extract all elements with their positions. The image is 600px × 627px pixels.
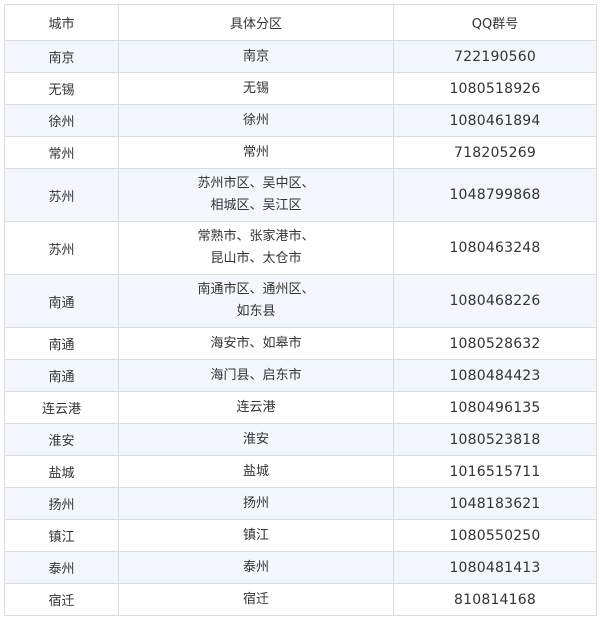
cell-district: 苏州市区、吴中区、 相城区、吴江区 [118,168,394,222]
cell-city: 淮安 [4,423,119,456]
district-line: 徐州 [242,112,269,128]
header-row: 城市 具体分区 QQ群号 [4,4,597,41]
table-row: 徐州 徐州 1080461894 [4,104,597,137]
cell-city: 常州 [4,136,119,169]
district-line: 苏州市区、吴中区、 [197,176,315,191]
table-row: 南通 海安市、如皋市 1080528632 [4,327,597,360]
cell-city: 南通 [4,359,119,392]
cell-city: 盐城 [4,455,119,488]
cell-district: 无锡 [118,72,394,105]
table-row: 连云港 连云港 1080496135 [4,391,597,424]
cell-district: 南京 [118,40,394,73]
cell-qq-group: 1080481413 [393,551,597,584]
district-line: 连云港 [236,399,276,415]
table-row: 镇江 镇江 1080550250 [4,519,597,552]
cell-qq-group: 718205269 [393,136,597,169]
cell-qq-group: 1048183621 [393,487,597,520]
district-line: 宿迁 [242,591,269,607]
cell-city: 无锡 [4,72,119,105]
cell-district: 常熟市、张家港市、 昆山市、太仓市 [118,221,394,275]
header-city: 城市 [4,4,119,41]
cell-city: 南通 [4,274,119,328]
header-qq-group: QQ群号 [393,4,597,41]
cell-city: 泰州 [4,551,119,584]
cell-qq-group: 1080496135 [393,391,597,424]
district-line: 南通市区、通州区、 [197,282,315,297]
cell-qq-group: 1080484423 [393,359,597,392]
district-line: 淮安 [242,431,269,447]
district-line: 泰州 [242,559,269,575]
qq-group-table-container: 城市 具体分区 QQ群号 南京 南京 722190560 无锡 无锡 1080518926… [4,4,597,616]
cell-qq-group: 1080523818 [393,423,597,456]
table-row: 苏州 苏州市区、吴中区、 相城区、吴江区 1048799868 [4,168,597,222]
cell-district: 海安市、如皋市 [118,327,394,360]
cell-qq-group: 722190560 [393,40,597,73]
cell-qq-group: 1080468226 [393,274,597,328]
table-row: 南通 海门县、启东市 1080484423 [4,359,597,392]
cell-qq-group: 1048799868 [393,168,597,222]
cell-qq-group: 1080550250 [393,519,597,552]
cell-district: 连云港 [118,391,394,424]
cell-qq-group: 1080518926 [393,72,597,105]
district-line: 南京 [242,48,269,64]
cell-qq-group: 1080463248 [393,221,597,275]
table-body: 南京 南京 722190560 无锡 无锡 1080518926 徐州 徐州 108046189… [4,40,597,616]
district-line: 如东县 [236,304,276,319]
cell-qq-group: 1080461894 [393,104,597,137]
table-row: 扬州 扬州 1048183621 [4,487,597,520]
header-district: 具体分区 [118,4,394,41]
cell-district: 徐州 [118,104,394,137]
cell-city: 徐州 [4,104,119,137]
district-line: 海门县、启东市 [210,367,302,383]
cell-city: 扬州 [4,487,119,520]
cell-district: 镇江 [118,519,394,552]
table-row: 南通 南通市区、通州区、 如东县 1080468226 [4,274,597,328]
cell-city: 苏州 [4,221,119,275]
district-line: 扬州 [242,495,269,511]
cell-qq-group: 810814168 [393,583,597,616]
qq-group-table: 城市 具体分区 QQ群号 南京 南京 722190560 无锡 无锡 1080518926… [4,4,597,616]
district-line: 相城区、吴江区 [210,198,302,213]
district-line: 无锡 [242,80,269,96]
table-row: 南京 南京 722190560 [4,40,597,73]
table-row: 淮安 淮安 1080523818 [4,423,597,456]
table-row: 无锡 无锡 1080518926 [4,72,597,105]
district-line: 常州 [242,144,269,160]
cell-qq-group: 1016515711 [393,455,597,488]
district-line: 镇江 [242,527,269,543]
cell-district: 海门县、启东市 [118,359,394,392]
cell-city: 连云港 [4,391,119,424]
table-row: 盐城 盐城 1016515711 [4,455,597,488]
table-row: 宿迁 宿迁 810814168 [4,583,597,616]
cell-district: 常州 [118,136,394,169]
district-line: 海安市、如皋市 [210,335,302,351]
cell-qq-group: 1080528632 [393,327,597,360]
cell-city: 苏州 [4,168,119,222]
cell-city: 南通 [4,327,119,360]
table-row: 苏州 常熟市、张家港市、 昆山市、太仓市 1080463248 [4,221,597,275]
cell-city: 宿迁 [4,583,119,616]
cell-district: 盐城 [118,455,394,488]
district-line: 昆山市、太仓市 [210,251,302,266]
table-header: 城市 具体分区 QQ群号 [4,4,597,41]
cell-city: 镇江 [4,519,119,552]
table-row: 泰州 泰州 1080481413 [4,551,597,584]
cell-district: 宿迁 [118,583,394,616]
district-line: 常熟市、张家港市、 [197,229,315,244]
cell-city: 南京 [4,40,119,73]
district-line: 盐城 [242,463,269,479]
cell-district: 扬州 [118,487,394,520]
cell-district: 泰州 [118,551,394,584]
cell-district: 淮安 [118,423,394,456]
cell-district: 南通市区、通州区、 如东县 [118,274,394,328]
table-row: 常州 常州 718205269 [4,136,597,169]
